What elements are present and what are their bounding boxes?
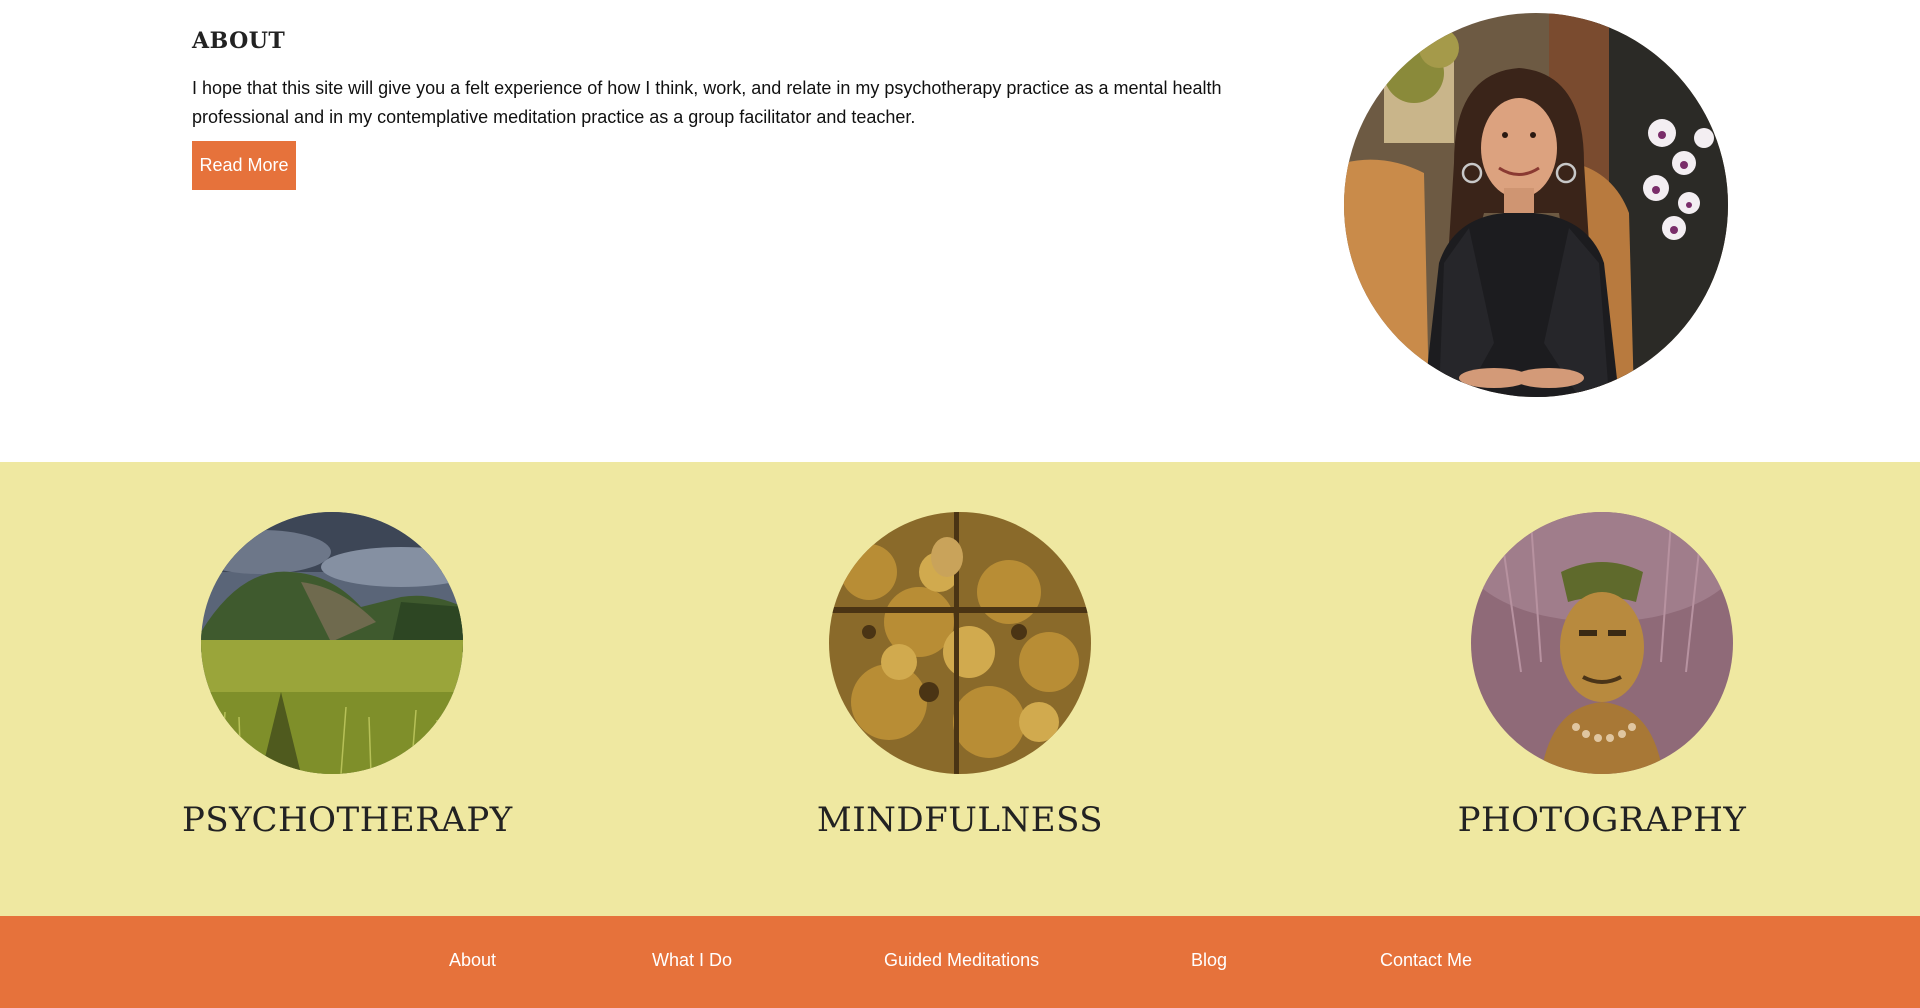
portrait-photo bbox=[1344, 13, 1728, 397]
nav-item-what-i-do[interactable]: What I Do bbox=[652, 950, 732, 971]
service-label-psychotherapy[interactable]: PSYCHOTHERAPY bbox=[182, 800, 512, 840]
service-label-mindfulness[interactable]: MINDFULNESS bbox=[810, 800, 1110, 840]
service-psychotherapy[interactable]: PSYCHOTHERAPY bbox=[182, 512, 512, 840]
service-label-photography[interactable]: PHOTOGRAPHY bbox=[1452, 800, 1752, 840]
about-text: I hope that this site will give you a fe… bbox=[192, 78, 1222, 127]
nav-item-blog[interactable]: Blog bbox=[1191, 950, 1227, 971]
stone-carving-image[interactable] bbox=[829, 512, 1091, 774]
about-title: ABOUT bbox=[192, 28, 286, 54]
about-section: ABOUT I hope that this site will give yo… bbox=[0, 0, 1920, 462]
footer-nav: About What I Do Guided Meditations Blog … bbox=[0, 916, 1920, 1008]
meadow-image[interactable] bbox=[201, 512, 463, 774]
portrait-man-image[interactable] bbox=[1471, 512, 1733, 774]
service-mindfulness[interactable]: MINDFULNESS bbox=[810, 512, 1110, 840]
read-more-button[interactable]: Read More bbox=[192, 141, 296, 190]
services-section: PSYCHOTHERAPY MINDFULNESS PHOTOGRAPHY bbox=[0, 462, 1920, 916]
service-photography[interactable]: PHOTOGRAPHY bbox=[1452, 512, 1752, 840]
nav-item-guided-meditations[interactable]: Guided Meditations bbox=[884, 950, 1039, 971]
nav-item-about[interactable]: About bbox=[449, 950, 496, 971]
nav-item-contact-me[interactable]: Contact Me bbox=[1380, 950, 1472, 971]
